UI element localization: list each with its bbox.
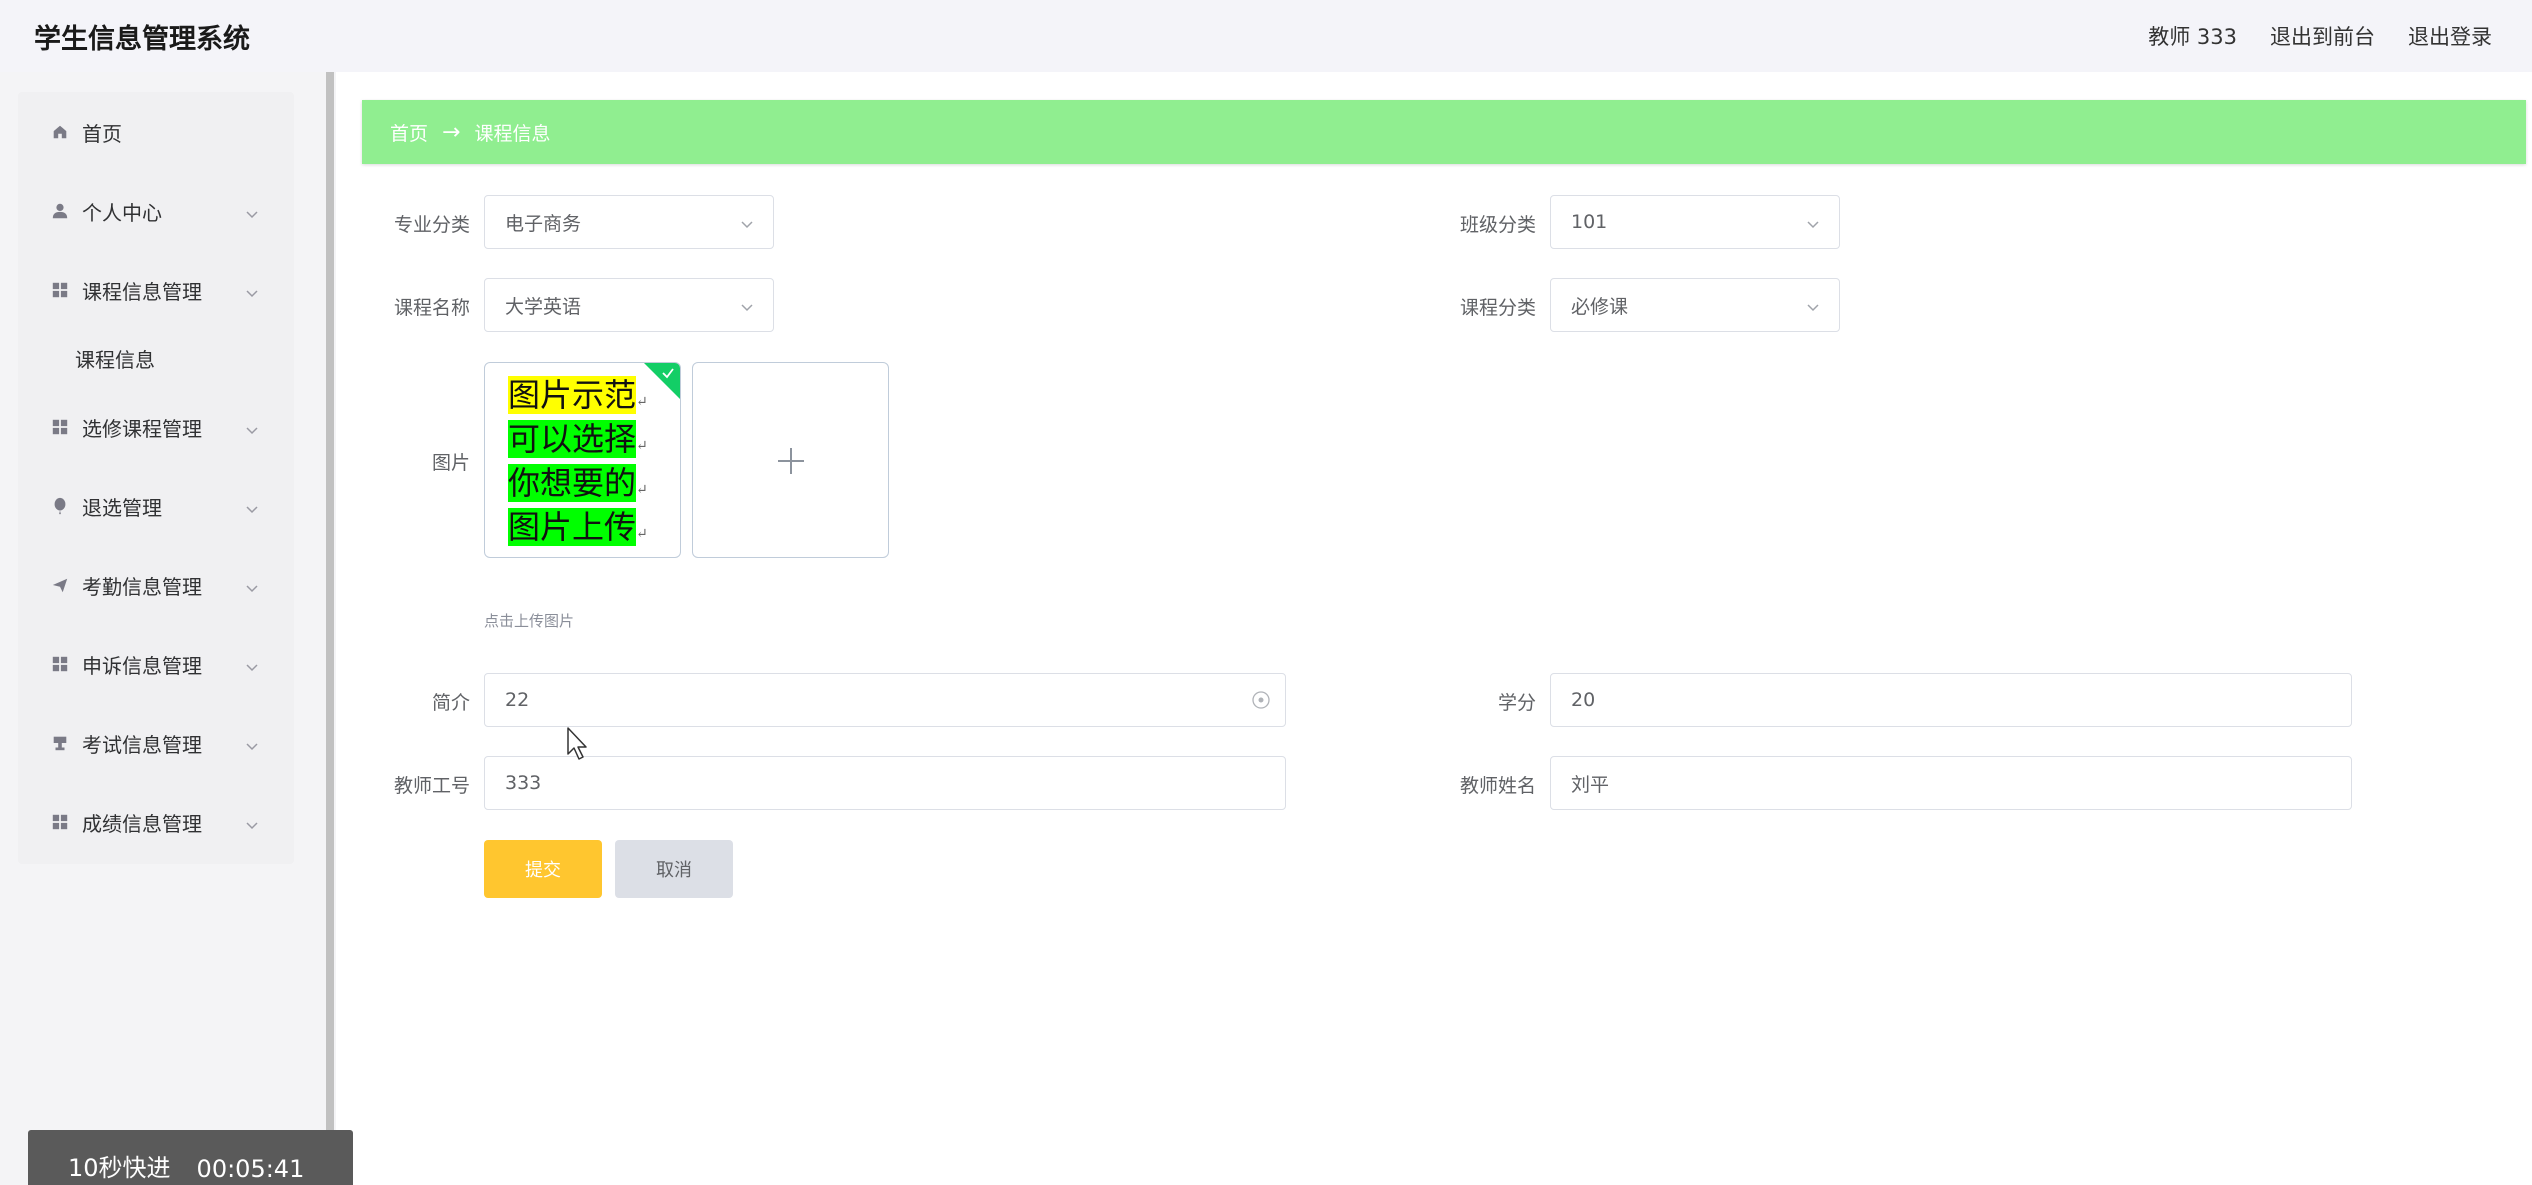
uploaded-image-card[interactable]: 图片示范↵ 可以选择↵ 你想要的↵ 图片上传↵ [484, 362, 681, 558]
major-label: 专业分类 [393, 214, 470, 236]
fast-forward-label: 10秒快进 [68, 1154, 171, 1182]
teacher-name-label: 教师姓名 [1459, 775, 1536, 797]
teacher-name-input[interactable]: 刘平 [1550, 756, 2352, 810]
major-select-value: 电子商务 [505, 212, 582, 235]
thumb-line: 你想要的 [508, 464, 637, 502]
course-type-select-value: 必修课 [1571, 295, 1629, 318]
sidebar-item-grade-mgmt[interactable]: 成绩信息管理 [18, 792, 294, 852]
sidebar-item-home[interactable]: 首页 [18, 102, 294, 162]
breadcrumb-current: 课程信息 [474, 122, 551, 145]
video-playback-overlay[interactable]: 10秒快进 00:05:41 [28, 1130, 353, 1185]
chevron-down-icon [244, 282, 260, 298]
upload-tip: 点击上传图片 [484, 612, 575, 630]
playback-time: 00:05:41 [196, 1155, 305, 1183]
chevron-down-icon [244, 814, 260, 830]
plus-icon [776, 446, 806, 476]
cup-icon [50, 733, 70, 753]
image-label: 图片 [431, 452, 470, 474]
sidebar-item-course-info-mgmt[interactable]: 课程信息管理 [18, 260, 294, 320]
sidebar-item-label: 申诉信息管理 [82, 653, 202, 678]
sidebar-item-label: 选修课程管理 [82, 416, 202, 441]
sidebar-item-label: 课程信息管理 [82, 279, 202, 304]
chevron-down-icon [244, 656, 260, 672]
sidebar-item-withdraw-mgmt[interactable]: 退选管理 [18, 476, 294, 536]
chevron-down-icon [244, 577, 260, 593]
clear-icon[interactable] [1251, 690, 1271, 710]
sidebar-item-attendance-mgmt[interactable]: 考勤信息管理 [18, 555, 294, 615]
user-icon [50, 201, 70, 221]
intro-input-value: 22 [505, 689, 530, 711]
major-select[interactable]: 电子商务 [484, 195, 774, 249]
chevron-down-icon [1805, 298, 1821, 314]
logout-link[interactable]: 退出登录 [2408, 21, 2492, 51]
class-label: 班级分类 [1459, 214, 1536, 236]
course-name-select[interactable]: 大学英语 [484, 278, 774, 332]
breadcrumb: 首页 → 课程信息 [362, 100, 2526, 164]
class-select-value: 101 [1571, 211, 1608, 233]
mouse-cursor-icon [566, 726, 590, 762]
sidebar-item-label: 首页 [82, 121, 122, 146]
sidebar-item-label: 考试信息管理 [82, 732, 202, 757]
teacher-name-input-value: 刘平 [1571, 773, 1610, 796]
chevron-down-icon [739, 298, 755, 314]
grid-icon [50, 654, 70, 674]
chevron-down-icon [244, 419, 260, 435]
submit-button[interactable]: 提交 [484, 840, 602, 898]
teacher-id-label: 教师工号 [393, 775, 470, 797]
class-select[interactable]: 101 [1550, 195, 1840, 249]
uploaded-image-thumbnail: 图片示范↵ 可以选择↵ 你想要的↵ 图片上传↵ [508, 376, 648, 546]
course-type-select[interactable]: 必修课 [1550, 278, 1840, 332]
intro-label: 简介 [431, 692, 470, 714]
top-header: 学生信息管理系统 教师 333 退出到前台 退出登录 [0, 0, 2532, 72]
cancel-button[interactable]: 取消 [615, 840, 733, 898]
sidebar-item-label: 课程信息 [75, 347, 155, 372]
sidebar-item-label: 成绩信息管理 [82, 811, 202, 836]
thumb-line: 图片上传 [508, 508, 637, 546]
credit-label: 学分 [1497, 692, 1536, 714]
header-actions: 教师 333 退出到前台 退出登录 [2148, 21, 2492, 51]
back-to-front-link[interactable]: 退出到前台 [2270, 21, 2375, 51]
breadcrumb-home[interactable]: 首页 [390, 119, 428, 146]
grid-icon [50, 417, 70, 437]
thumb-line: 可以选择 [508, 420, 637, 458]
breadcrumb-separator: → [442, 119, 461, 145]
intro-input[interactable]: 22 [484, 673, 1286, 727]
teacher-id-input-value: 333 [505, 772, 542, 794]
chevron-down-icon [244, 735, 260, 751]
upload-trigger[interactable] [692, 362, 889, 558]
send-icon [50, 575, 70, 595]
sidebar-item-label: 个人中心 [82, 200, 162, 225]
sidebar-item-label: 退选管理 [82, 495, 162, 520]
course-name-select-value: 大学英语 [505, 295, 582, 318]
grid-icon [50, 280, 70, 300]
chevron-down-icon [1805, 215, 1821, 231]
credit-input[interactable]: 20 [1550, 673, 2352, 727]
home-icon [50, 122, 70, 142]
balloon-icon [50, 496, 70, 516]
sidebar-item-label: 考勤信息管理 [82, 574, 202, 599]
app-title: 学生信息管理系统 [34, 23, 250, 55]
course-name-label: 课程名称 [393, 297, 470, 319]
sidebar-menu: 首页 个人中心 课程信息管理 课程信息 选修课程管理 退选管理 考勤信息管理 申… [18, 92, 294, 864]
sidebar-item-personal-center[interactable]: 个人中心 [18, 181, 294, 241]
thumb-line: 图片示范 [508, 376, 637, 414]
sidebar-item-elective-mgmt[interactable]: 选修课程管理 [18, 397, 294, 457]
chevron-down-icon [244, 498, 260, 514]
grid-icon [50, 812, 70, 832]
check-icon [660, 365, 676, 381]
chevron-down-icon [739, 215, 755, 231]
credit-input-value: 20 [1571, 689, 1596, 711]
sidebar-scrollbar[interactable] [326, 72, 334, 1185]
teacher-id-input[interactable]: 333 [484, 756, 1286, 810]
sidebar-subitem-course-info[interactable]: 课程信息 [18, 330, 294, 386]
current-user: 教师 333 [2148, 25, 2237, 49]
chevron-down-icon [244, 203, 260, 219]
sidebar-item-appeal-mgmt[interactable]: 申诉信息管理 [18, 634, 294, 694]
sidebar-item-exam-mgmt[interactable]: 考试信息管理 [18, 713, 294, 773]
course-type-label: 课程分类 [1459, 297, 1536, 319]
